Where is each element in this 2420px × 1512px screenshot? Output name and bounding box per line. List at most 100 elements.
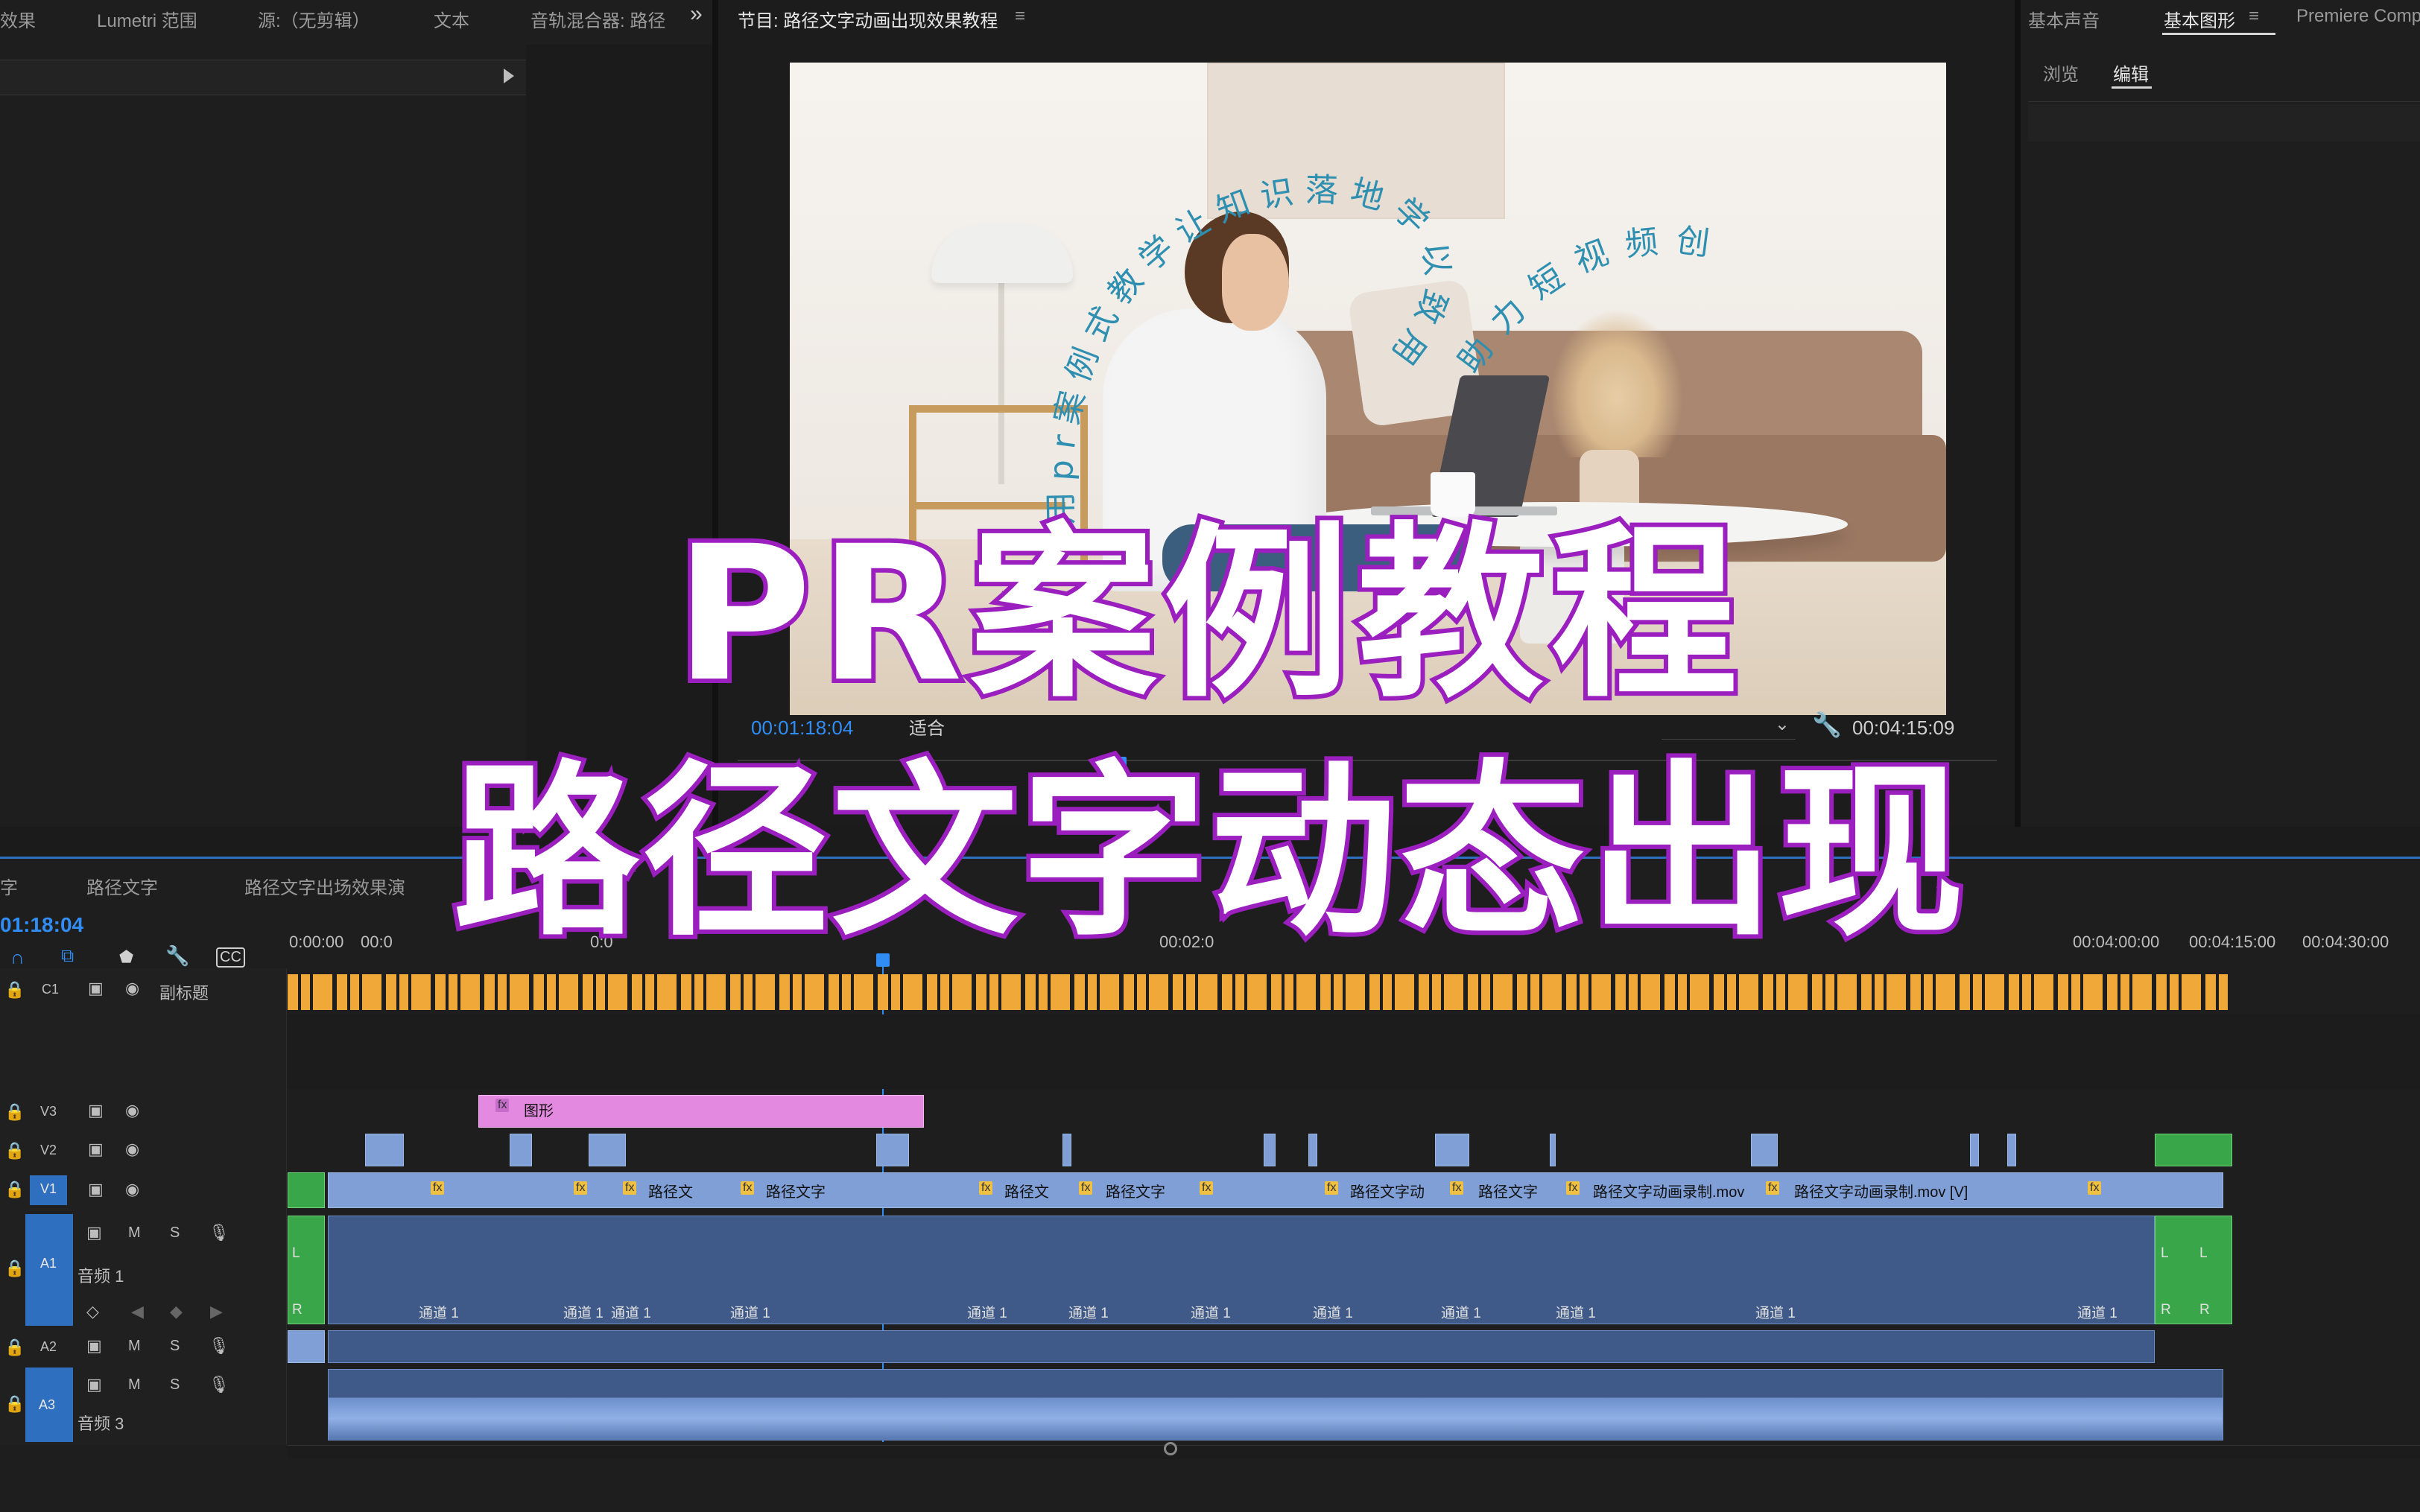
microphone-icon[interactable]: 🎙 — [209, 1375, 229, 1394]
channel-label: 通道 1 — [2077, 1306, 2118, 1321]
fx-badge: fx — [979, 1181, 993, 1195]
solo-button[interactable]: S — [170, 1224, 180, 1242]
active-tab-underline — [2162, 33, 2275, 35]
tab-premiere-composer[interactable]: Premiere Compo — [2296, 6, 2420, 27]
solo-button[interactable]: S — [170, 1376, 180, 1394]
v2-clip[interactable] — [365, 1134, 404, 1166]
lock-icon[interactable]: 🔒 — [4, 1338, 25, 1357]
v2-clip[interactable] — [589, 1134, 626, 1166]
v1-clip-label: 路径文字 — [1478, 1184, 1538, 1201]
v2-clip[interactable] — [1970, 1134, 1979, 1166]
v2-clip[interactable] — [1264, 1134, 1276, 1166]
scrollbar-handle[interactable] — [1164, 1442, 1177, 1455]
prev-keyframe-icon[interactable]: ◀ — [131, 1302, 144, 1321]
track-output-icon[interactable]: ▣ — [88, 1140, 104, 1159]
path-text-line-2: 助力短视频创作 — [790, 63, 1728, 380]
lock-icon[interactable]: 🔒 — [4, 1259, 25, 1278]
a3-clip-strip[interactable] — [328, 1369, 2223, 1440]
fx-badge: fx — [741, 1181, 755, 1195]
lock-icon[interactable]: 🔒 — [4, 1102, 25, 1122]
fx-badge: fx — [1200, 1181, 1214, 1195]
linked-selection-icon[interactable]: ⧉ — [61, 946, 74, 967]
fx-badge: fx — [623, 1181, 637, 1195]
track-output-icon[interactable]: ▣ — [86, 1336, 102, 1356]
track-v3: 🔒 V3 ▣ ◉ fx 图形 — [0, 1093, 2420, 1131]
a2-clip-strip[interactable] — [328, 1330, 2155, 1363]
v2-clip-green[interactable] — [2155, 1134, 2232, 1166]
next-keyframe-icon[interactable]: ▶ — [210, 1302, 223, 1321]
graphic-clip[interactable]: fx 图形 — [478, 1095, 924, 1128]
left-panel-toolbar — [0, 60, 526, 95]
tab-essential-sound[interactable]: 基本声音 — [2028, 6, 2100, 32]
v2-clip[interactable] — [1435, 1134, 1469, 1166]
v2-clip[interactable] — [876, 1134, 909, 1166]
panel-content-area — [2028, 104, 2420, 142]
microphone-icon[interactable]: 🎙 — [209, 1223, 229, 1242]
lock-icon[interactable]: 🔒 — [4, 1141, 25, 1160]
track-name-a3: 音频 3 — [77, 1414, 124, 1433]
microphone-icon[interactable]: 🎙 — [209, 1336, 229, 1356]
mute-button[interactable]: M — [128, 1338, 141, 1355]
lock-icon[interactable]: 🔒 — [4, 1180, 25, 1199]
tab-text[interactable]: 文本 — [434, 6, 469, 32]
eye-icon[interactable]: ◉ — [125, 979, 139, 998]
captions-icon[interactable]: CC — [216, 947, 245, 968]
track-v1: 🔒 V1 ▣ ◉ fx fx fx 路径文 fx 路径文字 fx 路径文 fx … — [0, 1171, 2420, 1210]
snap-magnet-icon[interactable]: ∩ — [10, 946, 25, 969]
a1-lr-label: L — [292, 1245, 300, 1261]
add-keyframe-icon[interactable]: ◆ — [170, 1302, 183, 1321]
timeline-settings-icon[interactable]: 🔧 — [165, 944, 189, 968]
overflow-icon[interactable]: » — [690, 1, 703, 27]
v2-clip[interactable] — [1550, 1134, 1556, 1166]
v2-clip[interactable] — [2007, 1134, 2016, 1166]
add-marker-icon[interactable]: ⬟ — [119, 947, 133, 967]
a2-clip-small[interactable] — [288, 1330, 325, 1363]
eye-icon[interactable]: ◉ — [125, 1180, 139, 1199]
eye-icon[interactable]: ◉ — [125, 1140, 139, 1159]
mute-button[interactable]: M — [128, 1376, 141, 1394]
solo-button[interactable]: S — [170, 1338, 180, 1355]
v1-clip-label: 路径文 — [1004, 1184, 1049, 1201]
program-monitor-title[interactable]: 节目: 路径文字动画出现效果教程 — [738, 6, 998, 32]
mute-button[interactable]: M — [128, 1224, 141, 1242]
v1-clip-green[interactable] — [288, 1172, 325, 1208]
panel-menu-icon[interactable]: ≡ — [1015, 6, 1025, 27]
track-output-icon[interactable]: ▣ — [86, 1223, 102, 1242]
track-output-icon[interactable]: ▣ — [88, 1101, 104, 1120]
track-id-a1: A1 — [40, 1256, 57, 1271]
v2-clip[interactable] — [1062, 1134, 1071, 1166]
channel-label: 通道 1 — [1441, 1306, 1481, 1321]
track-c1: 🔒 C1 ▣ ◉ 副标题 — [0, 968, 2420, 1013]
track-output-icon[interactable]: ▣ — [88, 979, 104, 998]
subtab-edit[interactable]: 编辑 — [2113, 60, 2149, 86]
track-name-a1: 音频 1 — [77, 1267, 124, 1286]
v1-target[interactable]: V1 — [30, 1175, 67, 1205]
wrench-icon[interactable]: 🔧 — [1812, 711, 1842, 739]
lock-icon[interactable]: 🔒 — [4, 1394, 25, 1414]
channel-label: 通道 1 — [563, 1306, 604, 1321]
eye-icon[interactable]: ◉ — [125, 1101, 139, 1120]
lock-icon[interactable]: 🔒 — [4, 980, 25, 1000]
subtab-browse[interactable]: 浏览 — [2043, 60, 2079, 86]
play-arrow-icon[interactable] — [504, 69, 514, 83]
caption-clips-strip[interactable] — [288, 974, 2228, 1010]
a3-target[interactable]: A3 — [25, 1368, 73, 1442]
v2-clip[interactable] — [1308, 1134, 1317, 1166]
tab-source[interactable]: 源:（无剪辑） — [258, 6, 370, 32]
tab-effects[interactable]: 效果 — [0, 6, 36, 32]
channel-label: 通道 1 — [1313, 1306, 1353, 1321]
timeline-scrollbar[interactable] — [288, 1445, 2420, 1459]
tab-lumetri-scopes[interactable]: Lumetri 范围 — [97, 6, 197, 32]
v2-clip[interactable] — [1751, 1134, 1778, 1166]
track-id-c1: C1 — [42, 982, 60, 997]
track-output-icon[interactable]: ▣ — [86, 1375, 102, 1394]
v2-clip[interactable] — [510, 1134, 532, 1166]
fx-badge: fx — [1566, 1181, 1580, 1195]
tab-audio-track-mixer[interactable]: 音轨混合器: 路径 — [530, 6, 665, 32]
keyframe-toggle-icon[interactable]: ◇ — [86, 1302, 99, 1321]
a1-target[interactable]: A1 — [25, 1214, 73, 1326]
essential-graphics-menu-icon[interactable]: ≡ — [2249, 6, 2259, 27]
track-output-icon[interactable]: ▣ — [88, 1180, 104, 1199]
tab-essential-graphics[interactable]: 基本图形 — [2164, 6, 2235, 32]
fx-badge: fx — [2088, 1181, 2102, 1195]
